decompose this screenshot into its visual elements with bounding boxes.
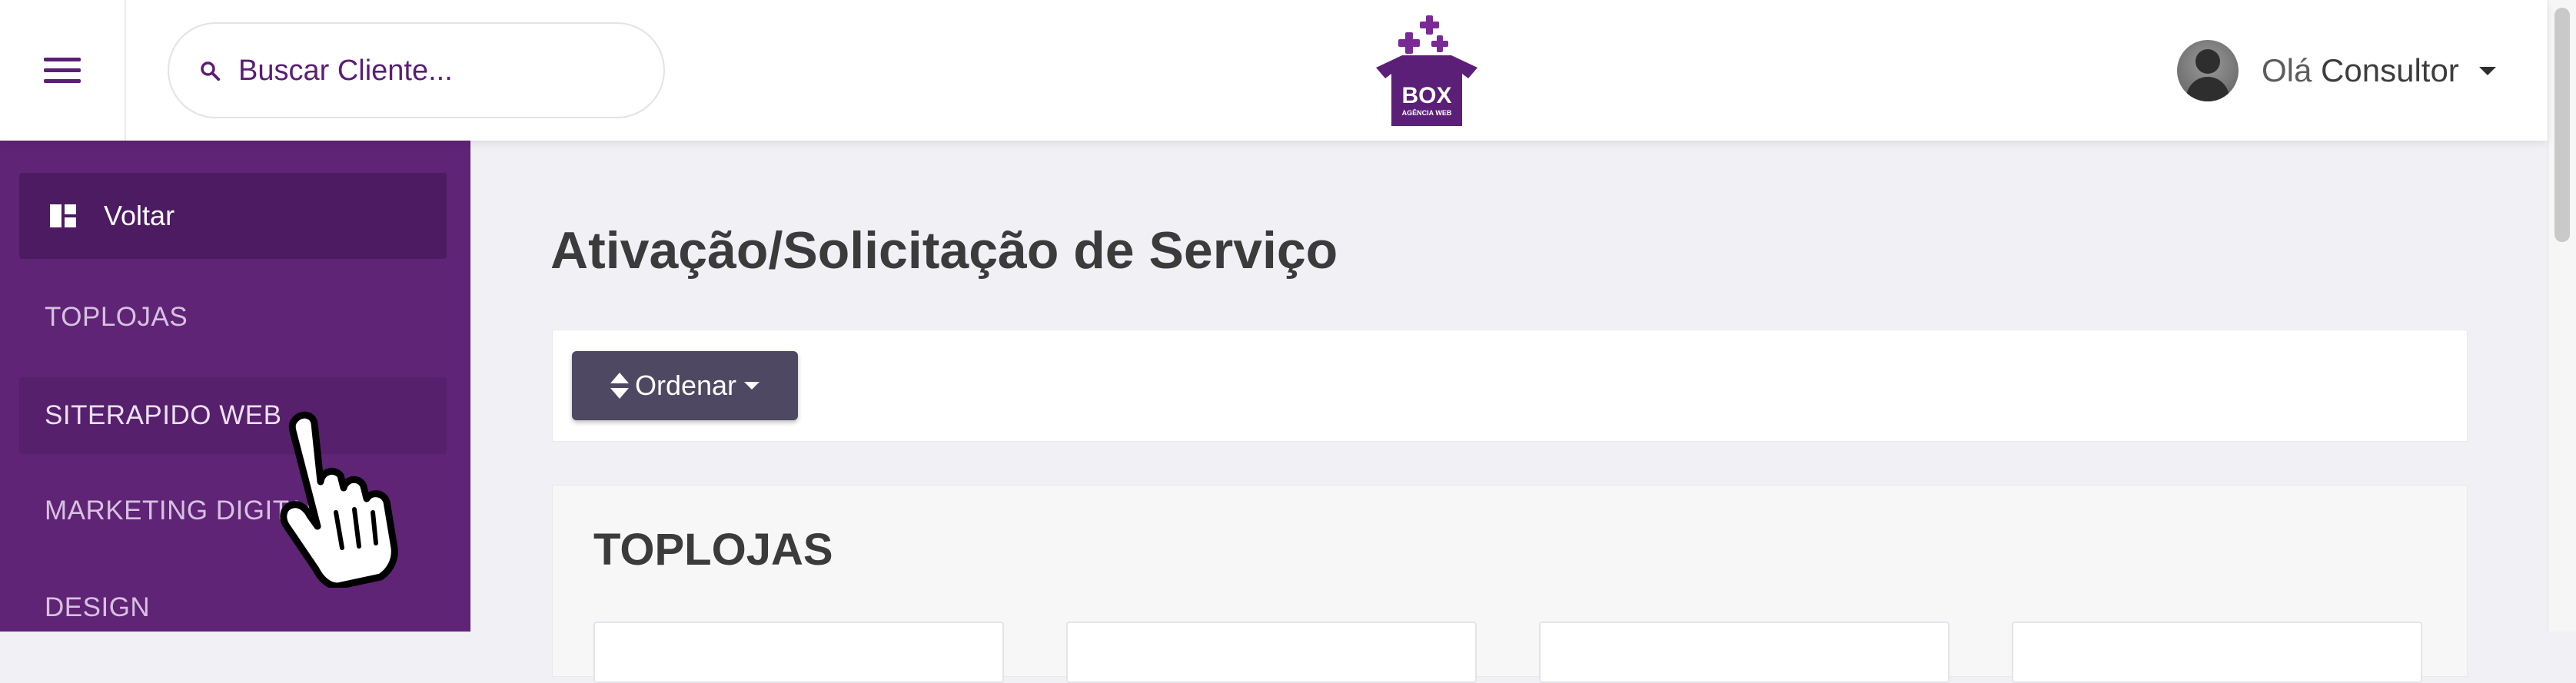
- service-card[interactable]: [2012, 622, 2422, 683]
- greeting-text: Olá: [2262, 52, 2312, 88]
- sidebar-item-label: DESIGN: [45, 592, 151, 622]
- search-box: [168, 22, 665, 118]
- sidebar-item-label: SITERAPIDO WEB: [45, 400, 282, 430]
- top-header: BOX AGÊNCIA WEB Olá Consultor: [0, 0, 2548, 141]
- toplojas-section: TOPLOJAS: [552, 485, 2468, 683]
- sidebar-item-voltar[interactable]: Voltar: [19, 173, 447, 259]
- service-card[interactable]: [1066, 622, 1477, 683]
- box-logo: BOX AGÊNCIA WEB: [1376, 15, 1477, 126]
- logo-brand: BOX: [1401, 83, 1451, 108]
- order-dropdown-button[interactable]: Ordenar: [572, 351, 798, 420]
- sidebar-item-label: Voltar: [104, 200, 175, 231]
- user-name: Consultor: [2321, 52, 2459, 88]
- logo-tagline: AGÊNCIA WEB: [1402, 108, 1452, 117]
- page-scrollbar[interactable]: [2548, 0, 2576, 632]
- scrollbar-thumb[interactable]: [2554, 8, 2570, 242]
- search-icon: [201, 61, 221, 81]
- avatar: [2177, 40, 2239, 101]
- sort-icon: [610, 373, 629, 399]
- toolbar-panel: Ordenar: [552, 330, 2468, 442]
- search-input[interactable]: [237, 47, 637, 94]
- hand-pointer-cursor-icon: [280, 411, 398, 588]
- menu-toggle-button[interactable]: [0, 0, 126, 141]
- sidebar-item-label: TOPLOJAS: [45, 302, 188, 332]
- caret-down-icon: [2478, 66, 2496, 75]
- caret-down-icon: [744, 382, 760, 390]
- user-greeting: Olá Consultor: [2262, 52, 2459, 89]
- section-title: TOPLOJAS: [593, 525, 833, 575]
- main-content: Ativação/Solicitação de Serviço Ordenar …: [470, 141, 2548, 683]
- service-card[interactable]: [593, 622, 1004, 683]
- hamburger-menu-icon: [44, 57, 81, 84]
- page-title: Ativação/Solicitação de Serviço: [550, 221, 1338, 280]
- dashboard-icon: [50, 204, 76, 227]
- user-menu[interactable]: Olá Consultor: [2177, 40, 2496, 101]
- order-button-label: Ordenar: [634, 370, 737, 401]
- sidebar-item-toplojas[interactable]: TOPLOJAS: [19, 279, 447, 356]
- service-card[interactable]: [1539, 622, 1949, 683]
